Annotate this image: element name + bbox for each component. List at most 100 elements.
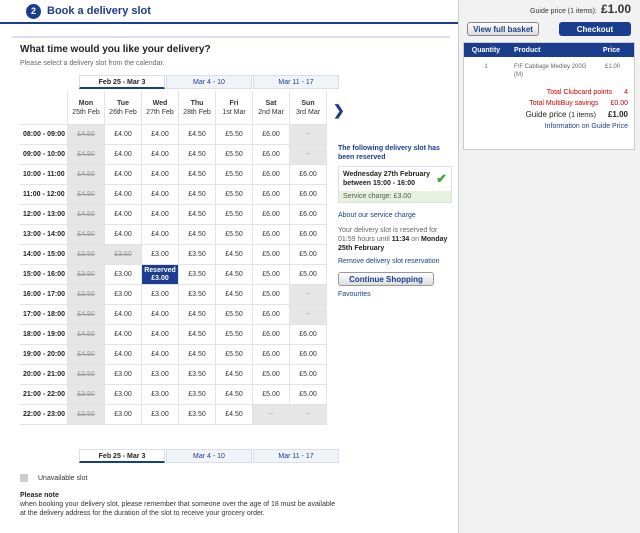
slot-cell[interactable]: £5.00 (253, 265, 290, 285)
slot-cell[interactable]: £5.00 (290, 265, 327, 285)
slot-cell[interactable]: £5.00 (290, 365, 327, 385)
slot-cell[interactable]: £6.00 (253, 165, 290, 185)
slot-cell[interactable]: £4.50 (179, 345, 216, 365)
tab-week-mar4[interactable]: Mar 4 - 10 (166, 75, 252, 89)
slot-cell[interactable]: £4.50 (216, 265, 253, 285)
slot-cell[interactable]: £5.50 (216, 165, 253, 185)
slot-cell[interactable]: £3.00 (105, 405, 142, 425)
slot-cell[interactable]: £5.00 (290, 385, 327, 405)
slot-cell[interactable]: £5.00 (253, 245, 290, 265)
slot-cell[interactable]: £3.00 (142, 385, 179, 405)
slot-cell[interactable]: £5.00 (253, 285, 290, 305)
slot-cell[interactable]: £4.00 (142, 305, 179, 325)
slot-cell[interactable]: £3.00 (142, 285, 179, 305)
slot-cell[interactable]: £4.00 (105, 225, 142, 245)
slot-cell[interactable]: £6.00 (290, 205, 327, 225)
slot-cell[interactable]: £4.50 (179, 325, 216, 345)
slot-cell[interactable]: £6.00 (290, 185, 327, 205)
slot-cell[interactable]: £4.00 (142, 325, 179, 345)
tab-week-feb25-bottom[interactable]: Feb 25 - Mar 3 (79, 449, 165, 463)
slot-cell[interactable]: £6.00 (253, 225, 290, 245)
slot-cell[interactable]: £4.00 (142, 145, 179, 165)
guide-price-info-link[interactable]: Information on Guide Price (464, 123, 628, 130)
item-product[interactable]: F/F Cabbage Medley 200G (M) (508, 63, 588, 79)
slot-cell[interactable]: £4.00 (105, 305, 142, 325)
slot-cell[interactable]: £4.50 (179, 185, 216, 205)
slot-cell[interactable]: £3.00 (105, 265, 142, 285)
slot-cell[interactable]: £5.50 (216, 225, 253, 245)
slot-cell[interactable]: £4.00 (105, 125, 142, 145)
next-week-arrow-icon[interactable]: ❯ (333, 102, 345, 119)
slot-cell[interactable]: £6.00 (253, 125, 290, 145)
continue-shopping-button[interactable]: Continue Shopping (338, 272, 434, 286)
slot-cell[interactable]: £6.00 (290, 325, 327, 345)
slot-cell[interactable]: £3.50 (179, 265, 216, 285)
tab-week-feb25[interactable]: Feb 25 - Mar 3 (79, 75, 165, 89)
tab-week-mar11[interactable]: Mar 11 - 17 (253, 75, 339, 89)
slot-cell[interactable]: £4.50 (179, 205, 216, 225)
slot-cell[interactable]: £6.00 (253, 305, 290, 325)
tab-week-mar11-bottom[interactable]: Mar 11 - 17 (253, 449, 339, 463)
slot-cell[interactable]: £6.00 (290, 225, 327, 245)
slot-cell[interactable]: £5.50 (216, 325, 253, 345)
slot-cell[interactable]: £6.00 (253, 325, 290, 345)
slot-cell[interactable]: £4.50 (179, 145, 216, 165)
slot-cell[interactable]: £4.00 (105, 325, 142, 345)
slot-cell[interactable]: £4.50 (179, 165, 216, 185)
slot-cell[interactable]: £4.00 (105, 145, 142, 165)
slot-cell[interactable]: £4.00 (142, 345, 179, 365)
slot-cell[interactable]: £5.50 (216, 305, 253, 325)
service-charge-link[interactable]: About our service charge (338, 211, 452, 220)
slot-cell[interactable]: £4.00 (105, 345, 142, 365)
slot-cell[interactable]: £3.50 (179, 285, 216, 305)
slot-cell[interactable]: £4.00 (105, 185, 142, 205)
slot-cell[interactable]: £4.50 (216, 285, 253, 305)
view-basket-button[interactable]: View full basket (467, 22, 539, 36)
slot-cell[interactable]: £5.00 (253, 385, 290, 405)
slot-cell[interactable]: £5.00 (253, 365, 290, 385)
slot-cell[interactable]: £3.00 (105, 285, 142, 305)
slot-cell[interactable]: £3.00 (105, 385, 142, 405)
slot-cell[interactable]: £3.00 (142, 405, 179, 425)
slot-cell[interactable]: £4.00 (142, 165, 179, 185)
tab-week-mar4-bottom[interactable]: Mar 4 - 10 (166, 449, 252, 463)
slot-cell[interactable]: £6.00 (253, 205, 290, 225)
slot-cell[interactable]: £4.50 (179, 305, 216, 325)
slot-row: 10:00 - 11:00 £4.50 £4.00 £4.00 £4.50 £5.50 £6… (20, 165, 327, 185)
slot-cell[interactable]: £6.00 (290, 165, 327, 185)
slot-cell[interactable]: £3.50 (179, 365, 216, 385)
slot-cell[interactable]: £5.50 (216, 345, 253, 365)
slot-cell[interactable]: £4.00 (142, 225, 179, 245)
slot-cell[interactable]: £4.00 (105, 205, 142, 225)
slot-cell[interactable]: £3.50 (179, 385, 216, 405)
slot-cell[interactable]: £4.00 (142, 185, 179, 205)
slot-cell[interactable]: £3.00 (142, 245, 179, 265)
slot-cell[interactable]: £4.50 (216, 245, 253, 265)
remove-reservation-link[interactable]: Remove delivery slot reservation (338, 257, 452, 266)
slot-cell[interactable]: £4.50 (179, 125, 216, 145)
favourites-link[interactable]: Favourites (338, 290, 452, 299)
slot-cell[interactable]: £4.00 (142, 125, 179, 145)
slot-cell[interactable]: £4.50 (179, 225, 216, 245)
slot-cell[interactable]: £6.00 (290, 345, 327, 365)
slot-cell[interactable]: £3.00 (142, 365, 179, 385)
slot-cell[interactable]: £6.00 (253, 185, 290, 205)
reserved-slot-cell[interactable]: Reserved £3.00 (142, 265, 179, 285)
slot-cell[interactable]: £4.00 (142, 205, 179, 225)
slot-cell[interactable]: £3.50 (179, 245, 216, 265)
slot-cell[interactable]: £4.00 (105, 165, 142, 185)
slot-cell[interactable]: £3.00 (105, 365, 142, 385)
slot-cell[interactable]: £5.50 (216, 145, 253, 165)
slot-cell[interactable]: £4.50 (216, 365, 253, 385)
day-date: 28th Feb (183, 108, 211, 116)
slot-cell[interactable]: £5.50 (216, 185, 253, 205)
slot-cell[interactable]: £4.50 (216, 405, 253, 425)
slot-cell[interactable]: £6.00 (253, 345, 290, 365)
slot-cell[interactable]: £5.00 (290, 245, 327, 265)
slot-cell[interactable]: £4.50 (216, 385, 253, 405)
slot-cell[interactable]: £3.50 (179, 405, 216, 425)
slot-cell[interactable]: £5.50 (216, 205, 253, 225)
slot-cell[interactable]: £6.00 (253, 145, 290, 165)
slot-cell[interactable]: £5.50 (216, 125, 253, 145)
checkout-button[interactable]: Checkout (559, 22, 631, 36)
